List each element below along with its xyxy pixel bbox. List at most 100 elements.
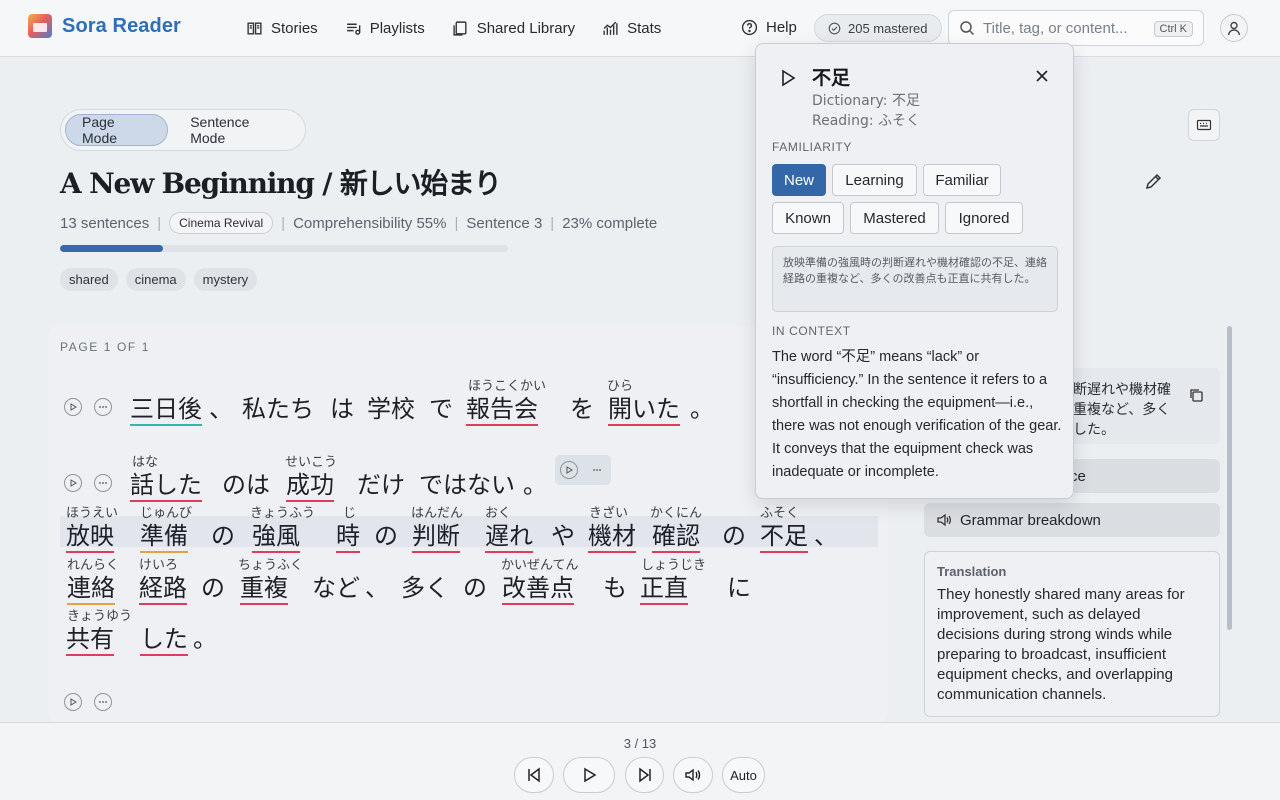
word-token[interactable]: 私たち: [242, 389, 314, 424]
nav-playlists-label: Playlists: [369, 19, 425, 37]
word-token[interactable]: 遅れ: [485, 516, 533, 553]
grammar-breakdown-button[interactable]: Grammar breakdown: [924, 503, 1220, 537]
help-link[interactable]: Help: [741, 19, 797, 36]
word-token[interactable]: に: [727, 568, 751, 603]
nav-shared-library[interactable]: Shared Library: [452, 20, 575, 37]
app-logo[interactable]: Sora Reader: [28, 14, 181, 38]
familiarity-learning[interactable]: Learning: [832, 164, 917, 196]
word-token[interactable]: 。: [523, 465, 547, 500]
word-token[interactable]: 強風: [252, 516, 300, 553]
user-icon: [1227, 21, 1241, 36]
word-token[interactable]: した: [140, 619, 188, 656]
tag-chip[interactable]: mystery: [193, 268, 258, 291]
search-input[interactable]: [983, 19, 1153, 37]
word-token[interactable]: 、: [814, 516, 838, 551]
main-nav: Stories Playlists Shared Library Stats: [246, 0, 661, 56]
page-indicator: PAGE 1 OF 1: [60, 340, 151, 354]
volume-button[interactable]: [673, 757, 713, 793]
word-token[interactable]: 共有: [66, 619, 114, 656]
familiarity-new[interactable]: New: [772, 164, 826, 196]
next-sentence-button[interactable]: [625, 757, 664, 793]
more-icon: [99, 701, 107, 703]
auto-play-toggle[interactable]: Auto: [722, 757, 765, 793]
word-token-selected[interactable]: 不足: [760, 516, 808, 553]
play-icon: [70, 403, 77, 411]
word-token[interactable]: 放映: [66, 516, 114, 553]
word-token[interactable]: 、: [365, 568, 389, 603]
word-token[interactable]: で: [429, 389, 453, 424]
keyboard-shortcuts-button[interactable]: [1188, 109, 1220, 141]
familiarity-ignored[interactable]: Ignored: [945, 202, 1023, 234]
word-token[interactable]: 重複: [240, 568, 288, 605]
sentence-mode-button[interactable]: Sentence Mode: [174, 114, 301, 146]
previous-sentence-button[interactable]: [514, 757, 554, 793]
edit-pencil-icon[interactable]: [1144, 171, 1164, 191]
story-title: A New Beginning / 新しい始まり: [60, 167, 502, 200]
word-token[interactable]: 開いた: [608, 389, 680, 426]
nav-playlists[interactable]: Playlists: [345, 20, 425, 37]
sentence-more-button[interactable]: [94, 398, 112, 416]
logo-icon: [28, 14, 52, 38]
mastered-badge[interactable]: 205 mastered: [814, 14, 942, 42]
word-token[interactable]: 。: [690, 389, 714, 424]
word-token[interactable]: 話した: [130, 465, 202, 502]
sentence-play-button[interactable]: [64, 474, 82, 492]
close-icon[interactable]: [1034, 68, 1050, 84]
word-token[interactable]: 連絡: [67, 568, 115, 605]
word-token[interactable]: の: [374, 516, 398, 551]
word-token[interactable]: 正直: [640, 568, 688, 605]
word-token[interactable]: など: [312, 568, 360, 603]
side-panel-scrollbar[interactable]: [1227, 326, 1232, 630]
play-button[interactable]: [563, 757, 615, 793]
sentence-more-button[interactable]: [94, 474, 112, 492]
search-box[interactable]: Ctrl K: [948, 10, 1204, 46]
familiarity-known[interactable]: Known: [772, 202, 844, 234]
nav-stats[interactable]: Stats: [602, 20, 661, 37]
word-token[interactable]: 機材: [588, 516, 636, 553]
sentence-more-button[interactable]: [94, 693, 112, 711]
word-token[interactable]: 報告会: [466, 389, 538, 426]
word-token[interactable]: は: [330, 389, 354, 424]
word-token[interactable]: も: [603, 568, 627, 603]
familiarity-familiar[interactable]: Familiar: [923, 164, 1001, 196]
library-icon: [453, 20, 467, 36]
word-token[interactable]: 、: [209, 389, 233, 424]
word-token[interactable]: 時: [336, 516, 360, 553]
word-token[interactable]: 経路: [139, 568, 187, 605]
nav-stats-label: Stats: [627, 19, 662, 37]
tag-chip[interactable]: shared: [60, 268, 118, 291]
keyboard-icon: [1196, 119, 1212, 131]
familiarity-mastered[interactable]: Mastered: [850, 202, 939, 234]
word-token[interactable]: だけ: [357, 465, 405, 500]
nav-stories[interactable]: Stories: [246, 20, 318, 37]
word-token[interactable]: の: [211, 516, 235, 551]
user-avatar[interactable]: [1220, 14, 1248, 42]
word-token[interactable]: 準備: [140, 516, 188, 553]
sentence-play-button[interactable]: [64, 693, 82, 711]
word-token[interactable]: の: [201, 568, 225, 603]
word-token[interactable]: 確認: [652, 516, 700, 553]
word-token[interactable]: 成功: [286, 465, 334, 502]
word-token[interactable]: 三日後: [130, 389, 202, 426]
word-token[interactable]: 判断: [412, 516, 460, 553]
sentence-play-button[interactable]: [64, 398, 82, 416]
context-explanation: The word “不足” means “lack” or “insuffici…: [772, 349, 1062, 480]
play-audio-icon[interactable]: [780, 69, 796, 87]
word-token[interactable]: や: [551, 516, 575, 551]
word-token[interactable]: 改善点: [502, 568, 574, 605]
word-token[interactable]: 。: [193, 619, 217, 654]
word-token[interactable]: 多く: [401, 568, 449, 603]
sentence-play-button[interactable]: [560, 461, 578, 479]
word-token[interactable]: のは: [222, 465, 270, 500]
word-token[interactable]: 学校: [367, 389, 415, 424]
word-token[interactable]: ではない: [419, 465, 515, 500]
search-icon: [960, 21, 975, 36]
page-mode-button[interactable]: Page Mode: [65, 114, 169, 146]
word-token[interactable]: の: [463, 568, 487, 603]
copy-icon[interactable]: [1188, 387, 1204, 403]
word-token[interactable]: を: [570, 389, 594, 424]
tag-chip[interactable]: cinema: [125, 268, 186, 291]
word-token[interactable]: の: [722, 516, 746, 551]
collection-badge[interactable]: Cinema Revival: [169, 212, 274, 234]
sentence-more-button[interactable]: [588, 461, 606, 479]
